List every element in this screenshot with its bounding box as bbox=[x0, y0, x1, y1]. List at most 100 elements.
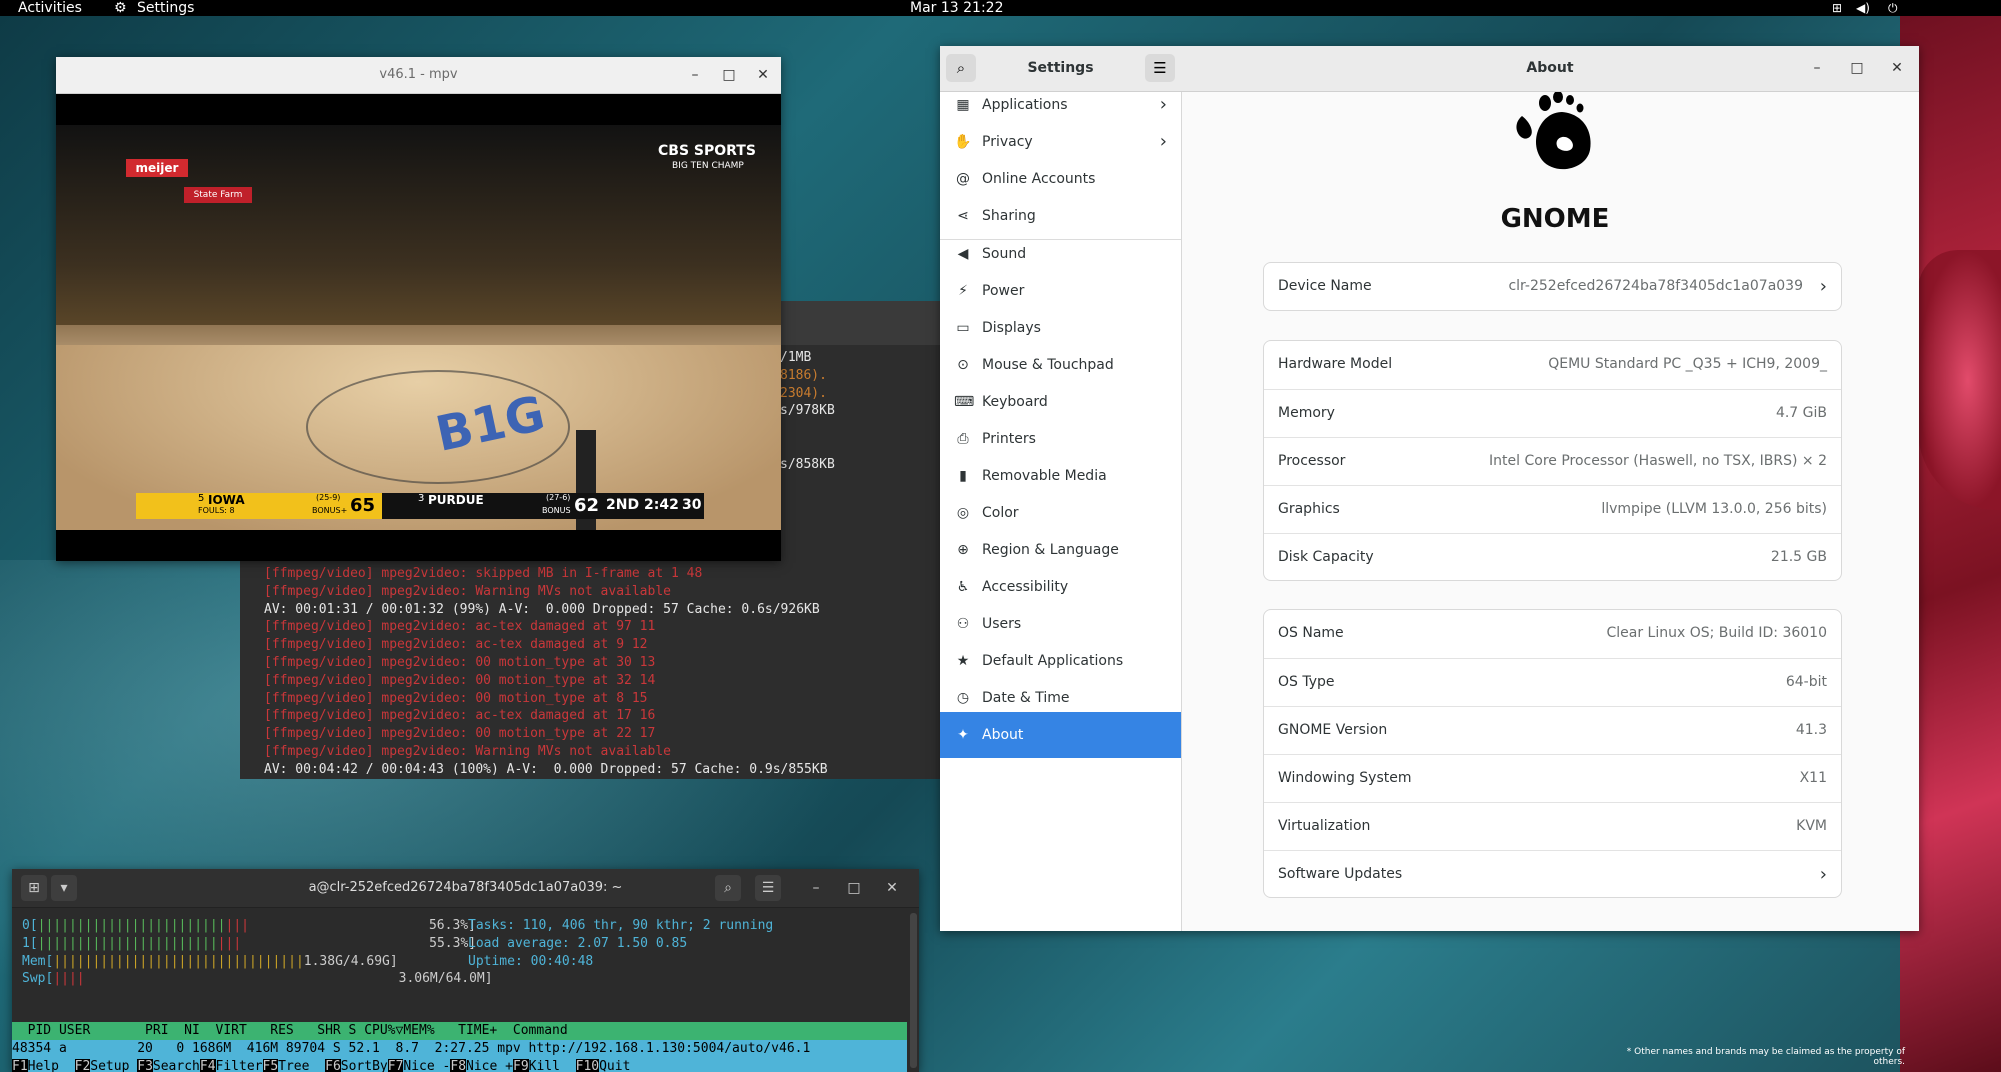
htop-terminal-window[interactable]: ⊞ ▾ a@clr-252efced26724ba78f3405dc1a07a0… bbox=[12, 869, 919, 1072]
htop-titlebar[interactable]: ⊞ ▾ a@clr-252efced26724ba78f3405dc1a07a0… bbox=[12, 869, 919, 908]
close-button[interactable]: ✕ bbox=[753, 65, 773, 85]
terminal-output: [ffmpeg/video] mpeg2video: skipped MB in… bbox=[264, 565, 828, 779]
htop-title: a@clr-252efced26724ba78f3405dc1a07a039: … bbox=[308, 880, 623, 895]
sidebar-item-about[interactable]: ✦ About bbox=[940, 712, 1181, 758]
cpu1-bar-kernel: ||| bbox=[217, 935, 242, 951]
swp-val: 3.06M/64.0M] bbox=[398, 971, 493, 987]
row-label: Disk Capacity bbox=[1278, 549, 1374, 565]
at-icon: @ bbox=[956, 171, 970, 187]
software-updates-row[interactable]: Software Updates › bbox=[1264, 850, 1841, 897]
row-value: Clear Linux OS; Build ID: 36010 bbox=[1606, 625, 1827, 641]
term-fragment: /1MB bbox=[780, 350, 812, 365]
fkey-f5[interactable]: F5 bbox=[262, 1059, 279, 1072]
chevron-right-icon: › bbox=[1819, 276, 1827, 297]
network-icon[interactable]: ⊞ bbox=[1832, 0, 1842, 16]
fkey-f9[interactable]: F9 bbox=[513, 1059, 529, 1072]
wallpaper-leaf-highlight bbox=[1918, 250, 2001, 510]
term-fragment: 8186). bbox=[780, 367, 827, 383]
hamburger-menu-icon[interactable]: ☰ bbox=[755, 875, 781, 901]
fkey-f1[interactable]: F1 bbox=[12, 1059, 28, 1072]
row-label: OS Name bbox=[1278, 625, 1344, 641]
mpv-title: v46.1 - mpv bbox=[379, 67, 458, 82]
device-name-row[interactable]: Device Name clr-252efced26724ba78f3405dc… bbox=[1264, 263, 1841, 310]
hamburger-menu-icon[interactable]: ☰ bbox=[1145, 54, 1175, 82]
activities-button[interactable]: Activities bbox=[18, 0, 82, 16]
device-name-card[interactable]: Device Name clr-252efced26724ba78f3405dc… bbox=[1263, 262, 1842, 311]
fkey-f8[interactable]: F8 bbox=[450, 1059, 467, 1072]
settings-sidebar[interactable]: ▦ Applications › ✋ Privacy › @ Online Accounts ⋖… bbox=[940, 92, 1182, 931]
gear-icon[interactable]: ⚙ bbox=[114, 0, 127, 16]
virtualization-row: Virtualization KVM bbox=[1264, 802, 1841, 850]
clock-icon: ◷ bbox=[956, 690, 970, 706]
team2-bonus: BONUS bbox=[542, 506, 571, 515]
color-icon: ◎ bbox=[956, 505, 970, 521]
mpv-titlebar[interactable]: v46.1 - mpv – □ ✕ bbox=[56, 57, 781, 94]
fkey-label: Search bbox=[152, 1059, 200, 1072]
mpv-window[interactable]: v46.1 - mpv – □ ✕ meijer State Farm CBS … bbox=[56, 57, 781, 561]
process-row-selected[interactable]: 48354 a 20 0 1686M 416M 89704 S 52.1 8.7… bbox=[12, 1040, 907, 1058]
fkey-f7[interactable]: F7 bbox=[387, 1059, 404, 1072]
tasks-line: Tasks: 110, 406 thr, 90 kthr; 2 running bbox=[468, 918, 774, 933]
cpu0-label: 0[ bbox=[22, 918, 38, 933]
shot-clock: 30 bbox=[682, 497, 702, 513]
clock[interactable]: Mar 13 21:22 bbox=[910, 0, 1003, 16]
row-label: Memory bbox=[1278, 405, 1335, 421]
term-fragment: s/858KB bbox=[780, 457, 835, 473]
team2-record: (27-6) bbox=[546, 493, 571, 502]
sparkle-icon: ✦ bbox=[957, 727, 969, 743]
terminal-line: AV: 00:01:31 / 00:01:32 (99%) A-V: 0.000… bbox=[264, 601, 820, 617]
swp-label: Swp[ bbox=[22, 971, 54, 987]
printer-icon: ⎙ bbox=[957, 431, 969, 447]
minimize-button[interactable]: – bbox=[803, 875, 829, 901]
swp-bar: |||| bbox=[53, 971, 85, 987]
users-icon: ⚇ bbox=[956, 616, 970, 632]
os-card: OS Name Clear Linux OS; Build ID: 36010 OS… bbox=[1263, 609, 1842, 898]
fkey-f3[interactable]: F3 bbox=[137, 1059, 153, 1072]
search-icon[interactable]: ⌕ bbox=[715, 875, 741, 901]
row-label: Virtualization bbox=[1278, 818, 1371, 834]
scrollbar[interactable] bbox=[910, 913, 917, 1068]
memory-row: Memory 4.7 GiB bbox=[1264, 389, 1841, 437]
top-bar: Activities ⚙ Settings Mar 13 21:22 ⊞ ◀) … bbox=[0, 0, 2001, 16]
process-header[interactable]: PID USER PRI NI VIRT RES SHR S CPU%▽MEM%… bbox=[12, 1022, 907, 1040]
settings-window[interactable]: ⌕ Settings ☰ About – □ ✕ ▦ Applications › ✋… bbox=[940, 46, 1919, 931]
row-value: QEMU Standard PC _Q35 + ICH9, 2009_ bbox=[1548, 356, 1827, 372]
row-value: 41.3 bbox=[1795, 722, 1827, 738]
close-button[interactable]: ✕ bbox=[879, 875, 905, 901]
maximize-button[interactable]: □ bbox=[841, 875, 867, 901]
video-frame[interactable]: meijer State Farm CBS SPORTS BIG TEN CHA… bbox=[56, 125, 781, 530]
app-menu-label[interactable]: Settings bbox=[137, 0, 194, 16]
fkey-f10[interactable]: F10 bbox=[575, 1059, 600, 1072]
meijer-ad: meijer bbox=[126, 159, 188, 177]
device-name-label: Device Name bbox=[1278, 278, 1372, 294]
hardware-card: Hardware Model QEMU Standard PC _Q35 + IC… bbox=[1263, 340, 1842, 581]
team1-fouls: FOULS: 8 bbox=[198, 506, 235, 515]
close-button[interactable]: ✕ bbox=[1887, 58, 1907, 78]
fkey-f4[interactable]: F4 bbox=[199, 1059, 216, 1072]
os-type-row: OS Type 64-bit bbox=[1264, 658, 1841, 706]
term-fragment: 2304). bbox=[780, 385, 827, 401]
maximize-button[interactable]: □ bbox=[719, 65, 739, 85]
settings-headerbar[interactable]: ⌕ Settings ☰ About – □ ✕ bbox=[940, 46, 1919, 92]
speaker-icon: ◀ bbox=[957, 246, 969, 262]
row-label: GNOME Version bbox=[1278, 722, 1388, 738]
row-label: Graphics bbox=[1278, 501, 1340, 517]
maximize-button[interactable]: □ bbox=[1847, 58, 1867, 78]
mem-val: 1.38G/4.69G] bbox=[303, 953, 398, 969]
volume-icon[interactable]: ◀) bbox=[1856, 0, 1870, 16]
footnote: * Other names and brands may be claimed … bbox=[1626, 1047, 1905, 1067]
power-icon[interactable]: ⏻ bbox=[1888, 0, 1898, 16]
accessibility-icon: ♿ bbox=[956, 579, 970, 595]
fkey-label: SortBy bbox=[340, 1059, 388, 1072]
minimize-button[interactable]: – bbox=[1807, 58, 1827, 78]
fkey-f6[interactable]: F6 bbox=[325, 1059, 341, 1072]
team2-score: 62 bbox=[574, 495, 600, 516]
gnome-logo-icon bbox=[1500, 91, 1610, 182]
row-value: 64-bit bbox=[1785, 674, 1827, 690]
minimize-button[interactable]: – bbox=[685, 65, 705, 85]
team2-name: PURDUE bbox=[428, 493, 484, 507]
row-label: Processor bbox=[1278, 453, 1346, 469]
gnome-logo-text: GNOME bbox=[1500, 204, 1610, 234]
fkey-f2[interactable]: F2 bbox=[74, 1059, 91, 1072]
mouse-icon: ⊙ bbox=[957, 357, 969, 373]
